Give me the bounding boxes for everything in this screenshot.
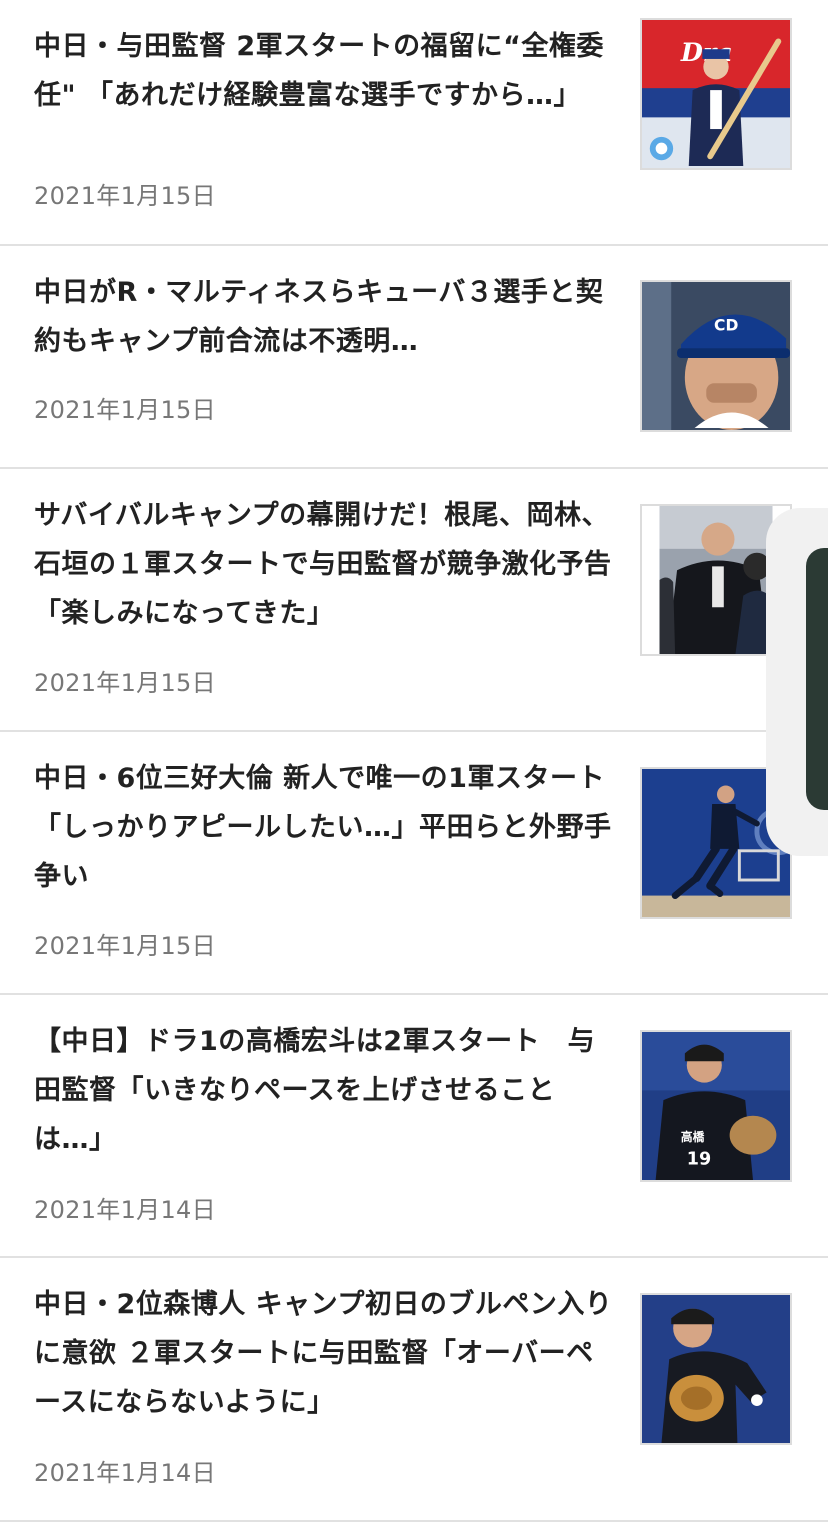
svg-text:高橋: 高橋 xyxy=(681,1130,705,1144)
article-date: 2021年1月14日 xyxy=(34,1196,216,1224)
player-number-19-image: 高橋 19 xyxy=(642,1032,790,1180)
article-thumbnail[interactable]: Dra xyxy=(640,18,792,170)
article-title[interactable]: 中日・2位森博人 キャンプ初日のブルペン入りに意欲 ２軍スタートに与田監督「オー… xyxy=(34,1280,619,1427)
article-title[interactable]: 中日がR・マルティネスらキューバ３選手と契約もキャンプ前合流は不透明… xyxy=(34,268,619,366)
article-date: 2021年1月15日 xyxy=(34,396,216,424)
article-thumbnail[interactable]: CD xyxy=(640,280,792,432)
article-thumbnail[interactable]: 高橋 19 xyxy=(640,1030,792,1182)
article-date: 2021年1月14日 xyxy=(34,1459,216,1487)
article-title[interactable]: 中日・与田監督 2軍スタートの福留に“全権委任" 「あれだけ経験豊富な選手ですか… xyxy=(34,22,619,120)
pitcher-with-glove-image xyxy=(642,1295,790,1443)
article-title[interactable]: サバイバルキャンプの幕開けだ！根尾、岡林、石垣の１軍スタートで与田監督が競争激化… xyxy=(34,491,619,638)
player-in-cap-image: CD xyxy=(642,282,790,430)
svg-text:19: 19 xyxy=(687,1149,711,1169)
article-date: 2021年1月15日 xyxy=(34,669,216,697)
article-item[interactable]: 中日・与田監督 2軍スタートの福留に“全権委任" 「あれだけ経験豊富な選手ですか… xyxy=(0,0,828,246)
article-list: 中日・与田監督 2軍スタートの福留に“全権委任" 「あれだけ経験豊富な選手ですか… xyxy=(0,0,828,1522)
article-title[interactable]: 【中日】ドラ1の高橋宏斗は2軍スタート 与田監督「いきなりペースを上げさせること… xyxy=(34,1017,619,1164)
article-date: 2021年1月15日 xyxy=(34,182,216,210)
article-title[interactable]: 中日・6位三好大倫 新人で唯一の1軍スタート 「しっかりアピールしたい…」平田ら… xyxy=(34,754,619,901)
manager-holding-bat-image: Dra xyxy=(642,20,790,168)
svg-text:CD: CD xyxy=(714,317,738,335)
article-thumbnail[interactable] xyxy=(640,1293,792,1445)
article-item[interactable]: 【中日】ドラ1の高橋宏斗は2軍スタート 与田監督「いきなりペースを上げさせること… xyxy=(0,995,828,1258)
floating-panel-preview xyxy=(806,548,828,810)
article-date: 2021年1月15日 xyxy=(34,932,216,960)
article-item[interactable]: 中日・6位三好大倫 新人で唯一の1軍スタート 「しっかりアピールしたい…」平田ら… xyxy=(0,732,828,995)
article-item[interactable]: サバイバルキャンプの幕開けだ！根尾、岡林、石垣の１軍スタートで与田監督が競争激化… xyxy=(0,469,828,732)
article-item[interactable]: 中日がR・マルティネスらキューバ３選手と契約もキャンプ前合流は不透明… 2021… xyxy=(0,246,828,469)
article-item[interactable]: 中日・2位森博人 キャンプ初日のブルペン入りに意欲 ２軍スタートに与田監督「オー… xyxy=(0,1258,828,1522)
